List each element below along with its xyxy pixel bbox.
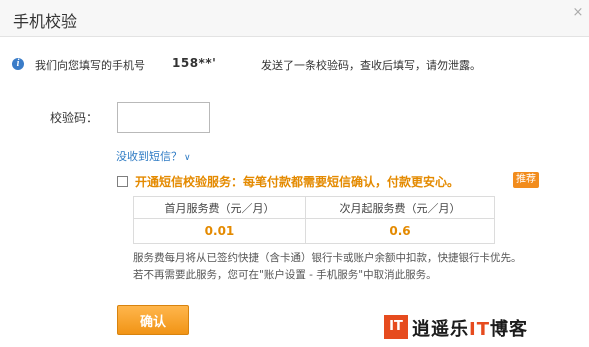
- service-fee-table: 首月服务费（元／月） 次月起服务费（元／月） 0.01 0.6: [133, 196, 496, 244]
- sms-service-checkbox[interactable]: [117, 176, 128, 187]
- watermark-text-highlight: IT: [469, 319, 490, 340]
- watermark-text-tail: 博客: [489, 319, 528, 340]
- service-description-line: 若不再需要此服务，您可在"账户设置 - 手机服务"中取消此服务。: [133, 269, 437, 281]
- table-header-row: 首月服务费（元／月） 次月起服务费（元／月）: [133, 196, 496, 219]
- info-icon: i: [12, 58, 24, 70]
- fee-header-first-month: 首月服务费（元／月）: [133, 196, 306, 219]
- fee-header-following-months: 次月起服务费（元／月）: [304, 196, 496, 219]
- service-description-line: 服务费每月将从已签约快捷（含卡通）银行卡或账户余额中扣款，快捷银行卡优先。: [133, 252, 522, 264]
- watermark-logo-icon: IT: [384, 315, 408, 339]
- notice-text-after: 发送了一条校验码，查收后填写，请勿泄露。: [261, 59, 481, 72]
- fee-value-following-months: 0.6: [304, 218, 496, 244]
- table-row: 0.01 0.6: [133, 218, 496, 244]
- fee-value-first-month: 0.01: [133, 218, 306, 244]
- no-sms-link-label: 没收到短信？: [116, 150, 182, 163]
- watermark-text: 逍遥乐IT博客: [412, 315, 528, 341]
- dialog-title: 手机校验: [13, 12, 78, 31]
- code-label: 校验码：: [50, 111, 99, 125]
- chevron-down-icon: ∨: [184, 153, 191, 163]
- recommend-badge: 推荐: [513, 172, 539, 188]
- dialog-header: 手机校验 ×: [0, 0, 589, 37]
- confirm-button[interactable]: 确认: [117, 305, 189, 335]
- service-description: 服务费每月将从已签约快捷（含卡通）银行卡或账户余额中扣款，快捷银行卡优先。 若不…: [133, 250, 522, 284]
- notice-text-before: 我们向您填写的手机号: [35, 59, 145, 72]
- no-sms-link[interactable]: 没收到短信？ ∨: [116, 148, 191, 164]
- close-icon[interactable]: ×: [571, 6, 585, 20]
- masked-phone-number: 158**': [172, 56, 217, 70]
- watermark-text-main: 逍遥乐: [412, 319, 469, 340]
- verification-code-input[interactable]: [117, 102, 210, 133]
- sms-service-label: 开通短信校验服务：每笔付款都需要短信确认，付款更安心。: [135, 175, 460, 189]
